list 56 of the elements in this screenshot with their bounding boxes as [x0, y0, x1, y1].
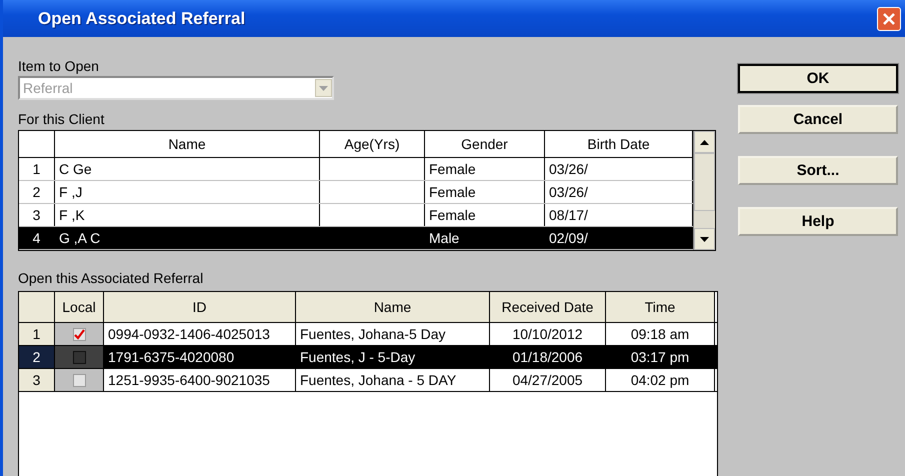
table-cell: 01/18/2006 [490, 346, 606, 368]
row-number[interactable]: 3 [19, 369, 55, 391]
caret-icon [319, 86, 328, 90]
dialog-button[interactable]: Sort... [738, 156, 898, 185]
scrollbar[interactable] [693, 131, 715, 250]
client-row[interactable]: 1 C Ge Female 03/26/ [19, 158, 693, 181]
column-header[interactable]: Local [55, 292, 104, 322]
table-cell: Male [425, 227, 545, 249]
table-cell: Female [425, 204, 545, 226]
dialog-button[interactable]: OK [738, 64, 898, 93]
table-cell: 10/10/2012 [490, 323, 606, 345]
table-cell: Fuentes, Johana - 5 DAY [296, 369, 490, 391]
field-label: Item to Open [18, 57, 100, 75]
close-icon [882, 12, 896, 26]
up-arrow-icon [700, 140, 709, 144]
column-header[interactable]: Received Date [490, 292, 606, 322]
row-number: 3 [19, 204, 55, 226]
table-cell: 1791-6375-4020080 [104, 346, 296, 368]
row-number[interactable]: 2 [19, 346, 55, 368]
dialog-button[interactable]: Cancel [738, 105, 898, 134]
column-header[interactable]: Name [296, 292, 490, 322]
table-label: For this Client [18, 110, 106, 128]
referral-row[interactable]: 2 1791-6375-4020080 Fuentes, J - 5-Day 01/18/2006 03:17 pm [19, 346, 717, 369]
row-number: 4 [19, 227, 55, 249]
table-cell: G ,A C [55, 227, 320, 249]
scroll-thumb[interactable] [694, 153, 715, 211]
local-checkbox[interactable] [72, 350, 86, 364]
column-header[interactable]: ID [104, 292, 296, 322]
table-cell: C Ge [55, 158, 320, 180]
local-checkbox[interactable] [72, 374, 86, 386]
table-cell: Fuentes, J - 5-Day [296, 346, 490, 368]
close-button[interactable] [877, 6, 901, 30]
table-cell: 1251-9935-6400-9021035 [104, 369, 296, 391]
referral-row[interactable]: 3 1251-9935-6400-9021035 Fuentes, Johana - 5 DAY 04/27/2005 04:02 pm [19, 369, 717, 392]
table-cell: 03:17 pm [606, 346, 715, 368]
row-number: 2 [19, 181, 55, 203]
table-cell: Female [425, 181, 545, 203]
down-arrow-icon [700, 236, 709, 242]
table-cell: F ,J [55, 181, 320, 203]
table-label: Open this Associated Referral [18, 269, 204, 287]
column-header[interactable]: Time [606, 292, 715, 322]
table-cell: Female [425, 158, 545, 180]
dialog-button[interactable]: Help [738, 207, 898, 236]
table-cell: 04:02 pm [606, 369, 715, 391]
client-row[interactable]: 2 F ,J Female 03/26/ [19, 181, 693, 204]
row-number[interactable]: 1 [19, 323, 55, 345]
table-cell: 09:18 am [606, 323, 715, 345]
local-checkbox[interactable] [72, 328, 86, 340]
table-cell: Fuentes, Johana-5 Day [296, 323, 490, 345]
table-cell: 0994-0932-1406-4025013 [104, 323, 296, 345]
client-row[interactable]: 4 G ,A C Male 02/09/ [19, 227, 693, 250]
row-number: 1 [19, 158, 55, 180]
scroll-track[interactable] [694, 211, 715, 228]
table-cell: F ,K [55, 204, 320, 226]
table-cell: 04/27/2005 [490, 369, 606, 391]
window-title: Open Associated Referral [38, 8, 246, 28]
